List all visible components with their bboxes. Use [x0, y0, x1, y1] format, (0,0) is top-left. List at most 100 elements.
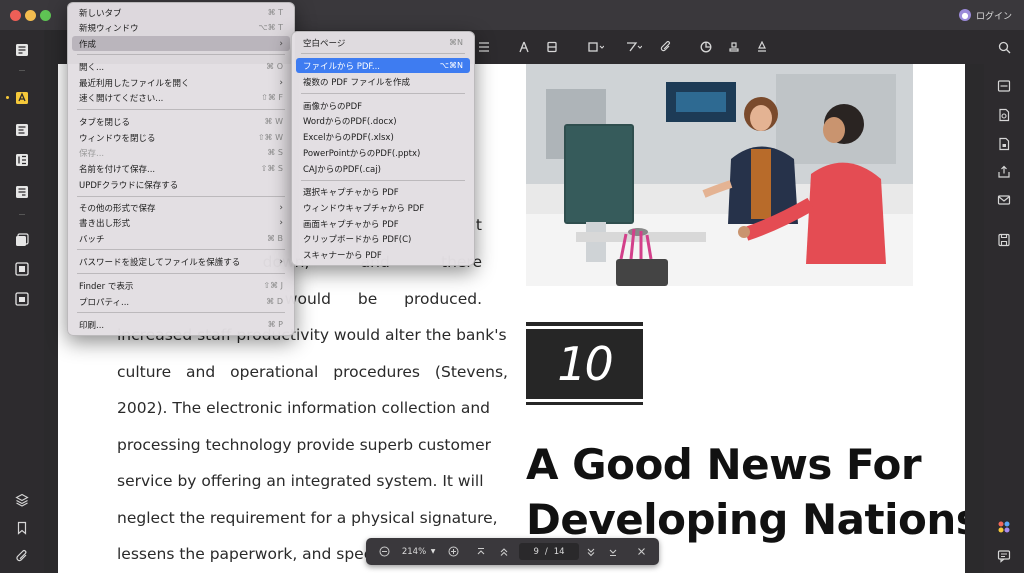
- menu-item-properties[interactable]: プロパティ... ⌘ D: [72, 294, 290, 309]
- menu-item-save-other[interactable]: その他の形式で保存 ›: [72, 200, 290, 215]
- menu-item-close-tab[interactable]: タブを閉じる ⌘ W: [72, 114, 290, 129]
- attachment-icon[interactable]: [13, 547, 31, 565]
- body-line: processing technology provide superb cus…: [117, 436, 491, 454]
- edit-text-icon[interactable]: [13, 121, 31, 139]
- stamp-tool-icon[interactable]: [543, 38, 561, 56]
- attach-tool-icon[interactable]: [657, 38, 675, 56]
- menu-item-save-as[interactable]: 名前を付けて保存... ⇧⌘ S: [72, 161, 290, 176]
- shape-tool-icon[interactable]: [587, 38, 605, 56]
- last-page-icon[interactable]: [606, 544, 620, 559]
- submenu-item-from-scanner[interactable]: スキャナーから PDF: [296, 247, 470, 262]
- ai-icon[interactable]: [995, 518, 1013, 536]
- office-photo: [526, 64, 913, 286]
- menu-item-open-recent[interactable]: 最近利用したファイルを開く ›: [72, 75, 290, 90]
- submenu-item-screen-capture[interactable]: 画面キャプチャから PDF: [296, 216, 470, 231]
- menu-item-save-cloud[interactable]: UPDFクラウドに保存する: [72, 177, 290, 192]
- active-indicator: [6, 96, 9, 99]
- menu-item-password[interactable]: パスワードを設定してファイルを保護する ›: [72, 254, 290, 269]
- share-icon[interactable]: [995, 163, 1013, 181]
- form-icon[interactable]: [13, 183, 31, 201]
- menu-item-open[interactable]: 開く... ⌘ O: [72, 59, 290, 74]
- menu-item-close-window[interactable]: ウィンドウを閉じる ⇧⌘ W: [72, 130, 290, 145]
- zoom-in-icon[interactable]: [446, 544, 460, 559]
- list-view-icon[interactable]: [475, 38, 493, 56]
- right-sidebar: [984, 30, 1024, 573]
- next-page-icon[interactable]: [584, 544, 598, 559]
- submenu-item-from-clipboard[interactable]: クリップボードから PDF(C): [296, 231, 470, 246]
- menu-item-new-window[interactable]: 新規ウィンドウ ⌥⌘ T: [72, 20, 290, 35]
- submenu-item-create-multiple[interactable]: 複数の PDF ファイルを作成: [296, 74, 470, 89]
- chapter-number: 10: [526, 329, 643, 399]
- user-avatar-icon: ●: [958, 9, 971, 21]
- file-menu: 新しいタブ ⌘ T 新規ウィンドウ ⌥⌘ T 作成 › 開く... ⌘ O 最近利用した…: [67, 2, 295, 336]
- submenu-item-pdf-from-image[interactable]: 画像からのPDF: [296, 98, 470, 113]
- submenu-item-pdf-from-file[interactable]: ファイルから PDF... ⌥⌘N: [296, 58, 470, 73]
- menu-item-new-tab[interactable]: 新しいタブ ⌘ T: [72, 5, 290, 20]
- menu-item-save[interactable]: 保存... ⌘ S: [72, 145, 290, 160]
- submenu-item-pdf-from-caj[interactable]: CAJからのPDF(.caj): [296, 161, 470, 176]
- pen-sign-icon[interactable]: [753, 38, 771, 56]
- menu-item-create[interactable]: 作成 ›: [72, 36, 290, 51]
- chevron-right-icon: ›: [279, 77, 283, 88]
- submenu-item-window-capture[interactable]: ウィンドウキャプチャから PDF: [296, 200, 470, 215]
- reader-icon[interactable]: [13, 41, 31, 59]
- menu-item-show-finder[interactable]: Finder で表示 ⇧⌘ J: [72, 278, 290, 293]
- zoom-level[interactable]: 214%: [399, 544, 429, 559]
- left-sidebar: [0, 30, 44, 573]
- chevron-right-icon: ›: [279, 202, 283, 213]
- page-number-field[interactable]: 9 / 14: [519, 543, 579, 560]
- chevron-right-icon: ›: [279, 217, 283, 228]
- convert-icon[interactable]: [13, 231, 31, 249]
- maximize-window-button[interactable]: [40, 10, 51, 21]
- comment-icon[interactable]: [995, 547, 1013, 565]
- submenu-item-pdf-from-excel[interactable]: ExcelからのPDF(.xlsx): [296, 129, 470, 144]
- body-line: neglect the requirement for a physical s…: [117, 509, 498, 527]
- search-icon[interactable]: [995, 38, 1013, 56]
- compress-icon[interactable]: [13, 260, 31, 278]
- close-window-button[interactable]: [10, 10, 21, 21]
- menu-item-print[interactable]: 印刷... ⌘ P: [72, 317, 290, 332]
- convert-pdf-icon[interactable]: [995, 106, 1013, 124]
- layers-icon[interactable]: [13, 491, 31, 509]
- create-submenu: 空白ページ ⌘N ファイルから PDF... ⌥⌘N 複数の PDF ファイルを作成…: [291, 31, 475, 266]
- page-separator: /: [544, 546, 548, 557]
- zoom-dropdown-icon[interactable]: ▼: [429, 544, 437, 559]
- menu-item-batch[interactable]: バッチ ⌘ B: [72, 231, 290, 246]
- menu-item-quick-open[interactable]: 速く開けてください... ⇧⌘ F: [72, 90, 290, 105]
- headline-line-2: Developing Nations: [526, 495, 965, 544]
- previous-page-icon[interactable]: [497, 544, 511, 559]
- zoom-out-icon[interactable]: [377, 544, 391, 559]
- page-navigation-bar: 214% ▼ 9 / 14: [366, 538, 659, 565]
- chapter-rule-top: [526, 322, 643, 326]
- bookmark-icon[interactable]: [13, 519, 31, 537]
- highlighter-icon[interactable]: [13, 89, 31, 107]
- chapter-rule-bottom: [526, 402, 643, 405]
- first-page-icon[interactable]: [474, 544, 488, 559]
- sticker-icon[interactable]: [697, 38, 715, 56]
- save-icon[interactable]: [995, 231, 1013, 249]
- login-button[interactable]: ● ログイン: [958, 7, 1012, 23]
- organize-pages-icon[interactable]: [13, 151, 31, 169]
- submenu-item-blank-page[interactable]: 空白ページ ⌘N: [296, 35, 470, 50]
- body-line: service by offering an integrated system…: [117, 472, 484, 490]
- close-nav-icon[interactable]: [634, 544, 648, 559]
- pen-icon[interactable]: [515, 38, 533, 56]
- menu-item-export[interactable]: 書き出し形式 ›: [72, 215, 290, 230]
- submenu-item-pdf-from-word[interactable]: WordからのPDF(.docx): [296, 113, 470, 128]
- headline-line-1: A Good News For: [526, 440, 922, 489]
- body-line: culture and operational procedures (Stev…: [117, 363, 508, 381]
- measure-tool-icon[interactable]: [625, 38, 643, 56]
- ocr-icon[interactable]: [995, 77, 1013, 95]
- body-line: 2002). The electronic information collec…: [117, 399, 491, 417]
- mail-icon[interactable]: [995, 191, 1013, 209]
- signature-icon[interactable]: [725, 38, 743, 56]
- login-label: ログイン: [975, 11, 1012, 22]
- total-pages: 14: [553, 546, 565, 557]
- submenu-item-selection-capture[interactable]: 選択キャプチャから PDF: [296, 184, 470, 199]
- submenu-item-pdf-from-powerpoint[interactable]: PowerPointからのPDF(.pptx): [296, 145, 470, 160]
- protect-pdf-icon[interactable]: [995, 135, 1013, 153]
- chevron-right-icon: ›: [279, 256, 283, 267]
- minimize-window-button[interactable]: [25, 10, 36, 21]
- protect-icon[interactable]: [13, 290, 31, 308]
- current-page: 9: [533, 546, 539, 557]
